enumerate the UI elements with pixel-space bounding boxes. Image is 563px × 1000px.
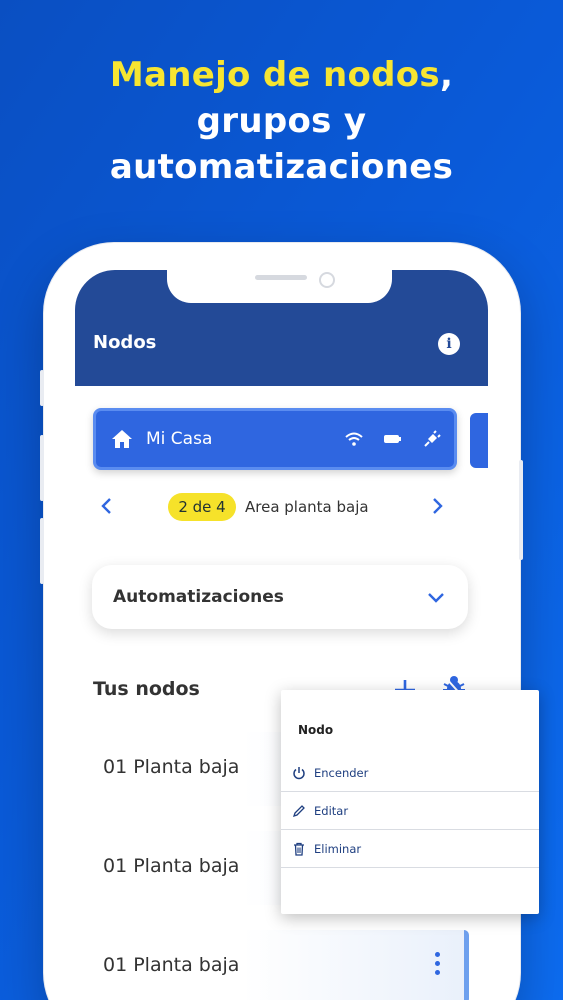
- menu-item-label: Eliminar: [314, 842, 362, 856]
- speaker-icon: [255, 275, 307, 280]
- house-name: Mi Casa: [146, 429, 213, 449]
- home-icon: [112, 430, 132, 448]
- area-pager: 2 de 4 Area planta baja: [75, 490, 488, 526]
- battery-icon: [384, 435, 401, 443]
- headline-comma: ,: [439, 55, 454, 95]
- node-label: 01 Planta baja: [103, 756, 240, 778]
- page-title: Nodos: [93, 332, 157, 353]
- phone-side-button: [40, 370, 44, 406]
- chevron-left-icon[interactable]: [97, 496, 117, 516]
- more-options-icon[interactable]: [435, 952, 441, 979]
- wifi-icon: [345, 432, 363, 446]
- node-row-accent: [464, 930, 469, 1000]
- headline-highlight: Manejo de nodos: [109, 55, 440, 95]
- section-title: Tus nodos: [93, 678, 200, 700]
- phone-side-button: [40, 518, 44, 584]
- node-context-menu: Nodo Encender Editar Eliminar: [281, 690, 539, 914]
- house-card[interactable]: Mi Casa: [93, 408, 457, 470]
- node-row[interactable]: 01 Planta baja: [93, 930, 469, 1000]
- automations-label: Automatizaciones: [113, 587, 284, 607]
- headline-line-1: Manejo de nodos,: [0, 52, 563, 98]
- menu-item-label: Encender: [314, 766, 369, 780]
- next-house-card[interactable]: [470, 413, 488, 468]
- phone-side-button: [40, 435, 44, 501]
- pencil-icon: [292, 805, 305, 818]
- node-label: 01 Planta baja: [103, 855, 240, 877]
- automations-dropdown[interactable]: Automatizaciones: [92, 565, 468, 629]
- headline-line-3: automatizaciones: [109, 147, 454, 187]
- app-bar: Nodos i: [75, 270, 488, 386]
- power-icon: [293, 767, 305, 780]
- chevron-right-icon[interactable]: [427, 496, 447, 516]
- headline: Manejo de nodos, grupos y automatizacion…: [0, 52, 563, 190]
- node-label: 01 Planta baja: [103, 954, 240, 976]
- headline-line-2: grupos y: [196, 101, 367, 141]
- info-icon[interactable]: i: [438, 333, 460, 355]
- camera-icon: [319, 272, 335, 288]
- menu-item-eliminar[interactable]: Eliminar: [281, 830, 539, 868]
- menu-item-editar[interactable]: Editar: [281, 792, 539, 830]
- menu-title: Nodo: [298, 723, 334, 737]
- menu-item-encender[interactable]: Encender: [281, 754, 539, 792]
- chevron-down-icon: [428, 593, 444, 603]
- area-name: Area planta baja: [245, 498, 369, 516]
- trash-icon: [294, 842, 304, 856]
- phone-side-button: [519, 460, 523, 560]
- plug-icon: [424, 430, 441, 447]
- phone-notch: [167, 270, 392, 303]
- page-badge: 2 de 4: [168, 493, 236, 521]
- menu-item-label: Editar: [314, 804, 349, 818]
